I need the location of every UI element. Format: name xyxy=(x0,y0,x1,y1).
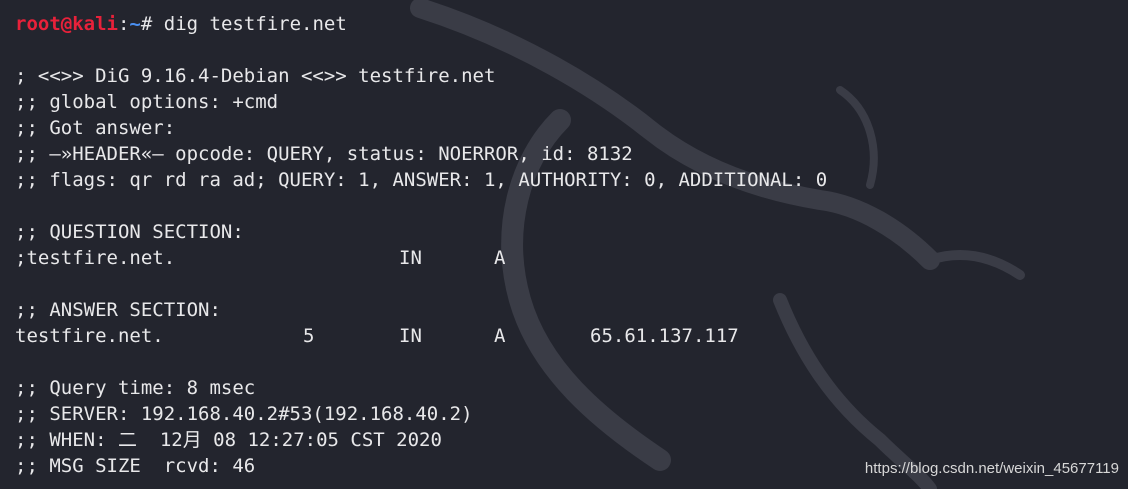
header-status-line: ;; —»HEADER«— opcode: QUERY, status: NOE… xyxy=(15,143,633,165)
global-options-line: ;; global options: +cmd xyxy=(15,91,279,113)
answer-name: testfire.net. xyxy=(15,325,164,347)
question-section-title: ;; QUESTION SECTION: xyxy=(15,221,244,243)
terminal-window[interactable]: root@kali:~# dig testfire.net ; <<>> DiG… xyxy=(0,0,1128,489)
dig-version-line: ; <<>> DiG 9.16.4-Debian <<>> testfire.n… xyxy=(15,65,496,87)
prompt-user: root@kali xyxy=(15,13,118,35)
got-answer-line: ;; Got answer: xyxy=(15,117,176,139)
csdn-watermark: https://blog.csdn.net/weixin_45677119 xyxy=(864,460,1119,477)
query-time-line: ;; Query time: 8 msec xyxy=(15,377,256,399)
prompt-separator: : xyxy=(117,13,130,35)
answer-ttl: 5 xyxy=(303,325,315,347)
when-line: ;; WHEN: 二 12月 08 12:27:05 CST 2020 xyxy=(15,429,442,451)
answer-record-row: testfire.net. 5 IN A 65.61.137.117 xyxy=(15,323,775,349)
question-type: A xyxy=(494,247,506,269)
prompt-cwd: ~ xyxy=(129,13,141,35)
question-name: ;testfire.net. xyxy=(15,247,176,269)
answer-section-title: ;; ANSWER SECTION: xyxy=(15,299,221,321)
answer-type: A xyxy=(494,325,506,347)
question-class: IN xyxy=(399,247,422,269)
prompt-symbol: # xyxy=(140,13,164,35)
flags-line: ;; flags: qr rd ra ad; QUERY: 1, ANSWER:… xyxy=(15,169,828,191)
question-record-row: ;testfire.net. IN A xyxy=(15,245,775,271)
answer-address: 65.61.137.117 xyxy=(590,325,739,347)
prompt-line: root@kali:~# dig testfire.net xyxy=(15,11,347,37)
msg-size-line: ;; MSG SIZE rcvd: 46 xyxy=(15,455,256,477)
answer-class: IN xyxy=(399,325,422,347)
server-line: ;; SERVER: 192.168.40.2#53(192.168.40.2) xyxy=(15,403,473,425)
prompt-command: dig testfire.net xyxy=(163,13,347,35)
